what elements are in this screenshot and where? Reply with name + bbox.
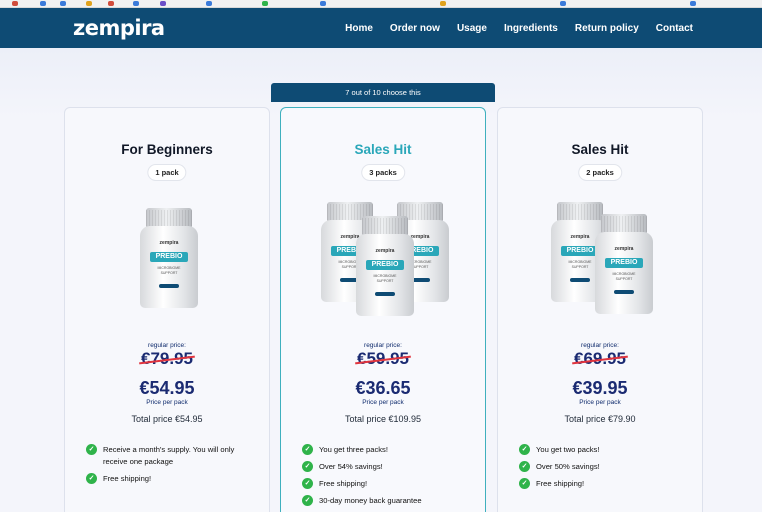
pricing-card-2-packs[interactable]: Sales Hit 2 packs zempira PREBIO MICROBIOM…	[497, 107, 703, 512]
popular-banner: 7 out of 10 choose this	[271, 83, 495, 102]
bookmark-icon[interactable]	[108, 1, 114, 6]
bottle-image: zempiraPREBIOMICROBIOMESUPPORT	[356, 216, 414, 316]
nav-home[interactable]: Home	[345, 23, 373, 34]
new-price: €36.65	[355, 378, 411, 398]
feature-list: ✓ You get two packs! ✓ Over 50% savings! ✓…	[519, 444, 690, 495]
regular-price-label: regular price:	[581, 342, 619, 349]
card-title: For Beginners	[121, 142, 213, 157]
feature-list: ✓ You get three packs! ✓ Over 54% savings!…	[302, 444, 473, 512]
check-icon: ✓	[86, 473, 97, 484]
total-price: Total price €54.95	[131, 414, 203, 424]
product-image: zempiraPREBIOMICROBIOMESUPPORT zempiraPR…	[281, 200, 485, 320]
check-icon: ✓	[302, 461, 313, 472]
old-price: €59.95	[357, 349, 409, 368]
feature-item: ✓ You get two packs!	[519, 444, 690, 456]
pack-count-badge: 2 packs	[578, 164, 622, 181]
site-header: zempira Home Order now Usage Ingredients…	[0, 8, 762, 48]
nav-contact[interactable]: Contact	[656, 23, 693, 34]
bookmark-icon[interactable]	[12, 1, 18, 6]
bookmark-icon[interactable]	[60, 1, 66, 6]
pricing-card-1-pack[interactable]: For Beginners 1 pack zempira PREBIO MICROB…	[64, 107, 270, 512]
feature-item: ✓ Receive a month's supply. You will only…	[86, 444, 257, 468]
product-image: zempiraPREBIOMICROBIOMESUPPORT zempiraPR…	[498, 200, 702, 320]
new-price: €54.95	[139, 378, 195, 398]
feature-list: ✓ Receive a month's supply. You will only…	[86, 444, 257, 490]
regular-price-label: regular price:	[364, 342, 402, 349]
check-icon: ✓	[519, 444, 530, 455]
bookmark-icon[interactable]	[206, 1, 212, 6]
old-price: €69.95	[574, 349, 626, 368]
bookmark-icon[interactable]	[133, 1, 139, 6]
bookmark-icon[interactable]	[262, 1, 268, 6]
check-icon: ✓	[519, 478, 530, 489]
browser-bookmarks-strip	[0, 0, 762, 8]
check-icon: ✓	[519, 461, 530, 472]
check-icon: ✓	[302, 478, 313, 489]
old-price: €79.95	[141, 349, 193, 368]
bookmark-icon[interactable]	[440, 1, 446, 6]
bookmark-icon[interactable]	[40, 1, 46, 6]
new-price: €39.95	[572, 378, 628, 398]
feature-item: ✓ Free shipping!	[86, 473, 257, 485]
price-per-pack-label: Price per pack	[362, 399, 404, 406]
feature-item: ✓ Free shipping!	[302, 478, 473, 490]
feature-item: ✓ Over 50% savings!	[519, 461, 690, 473]
price-per-pack-label: Price per pack	[146, 399, 188, 406]
regular-price-label: regular price:	[148, 342, 186, 349]
total-price: Total price €79.90	[564, 414, 636, 424]
nav-return-policy[interactable]: Return policy	[575, 23, 639, 34]
feature-item: ✓ Free shipping!	[519, 478, 690, 490]
main-nav: Home Order now Usage Ingredients Return …	[345, 8, 762, 48]
bookmark-icon[interactable]	[320, 1, 326, 6]
bookmark-icon[interactable]	[690, 1, 696, 6]
bottle-image: zempiraPREBIOMICROBIOMESUPPORT	[140, 208, 198, 308]
feature-item: ✓ You get three packs!	[302, 444, 473, 456]
nav-order-now[interactable]: Order now	[390, 23, 440, 34]
bookmark-icon[interactable]	[160, 1, 166, 6]
card-title: Sales Hit	[571, 142, 629, 157]
product-image: zempira PREBIO MICROBIOME SUPPORT	[65, 200, 269, 320]
card-title: Sales Hit	[354, 142, 412, 157]
nav-usage[interactable]: Usage	[457, 23, 487, 34]
feature-item: ✓ 30-day money back guarantee	[302, 495, 473, 507]
bookmark-icon[interactable]	[560, 1, 566, 6]
pack-count-badge: 3 packs	[361, 164, 405, 181]
pricing-card-3-packs[interactable]: Sales Hit 3 packs zempiraPREBIOMICROBIOM…	[280, 107, 486, 512]
total-price: Total price €109.95	[344, 414, 422, 424]
bookmark-icon[interactable]	[86, 1, 92, 6]
price-per-pack-label: Price per pack	[579, 399, 621, 406]
feature-item: ✓ Over 54% savings!	[302, 461, 473, 473]
site-logo[interactable]: zempira	[73, 16, 165, 40]
nav-ingredients[interactable]: Ingredients	[504, 23, 558, 34]
check-icon: ✓	[86, 444, 97, 455]
check-icon: ✓	[302, 444, 313, 455]
pack-count-badge: 1 pack	[147, 164, 187, 181]
bottle-image: zempiraPREBIOMICROBIOMESUPPORT	[595, 214, 653, 314]
check-icon: ✓	[302, 495, 313, 506]
